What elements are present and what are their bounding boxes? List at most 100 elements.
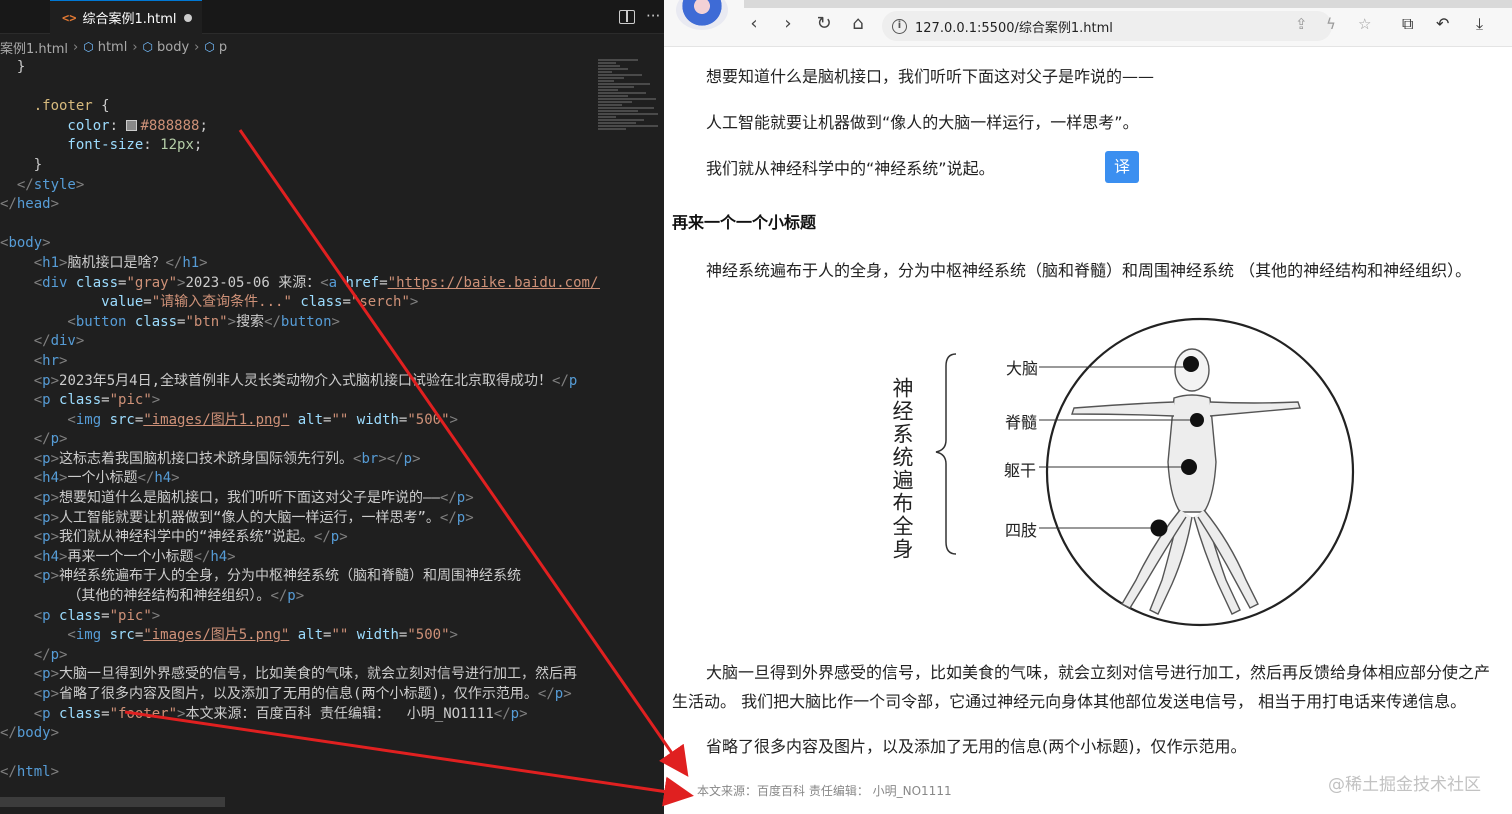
- code-token: width: [348, 411, 399, 428]
- code-token: br: [361, 450, 379, 467]
- code-token: style: [33, 176, 76, 193]
- code-line[interactable]: </head>: [0, 195, 600, 215]
- code-line[interactable]: </html>: [0, 763, 600, 783]
- code-token: class: [59, 705, 102, 722]
- horizontal-scrollbar[interactable]: [0, 797, 225, 807]
- breadcrumb-html[interactable]: html: [98, 40, 128, 55]
- code-line[interactable]: </body>: [0, 724, 600, 744]
- code-line[interactable]: <p>神经系统遍布于人的全身，分为中枢神经系统（脑和脊髓）和周围神经系统: [0, 567, 600, 587]
- code-token: body: [8, 235, 43, 252]
- brace-shape: [935, 353, 957, 555]
- code-line[interactable]: <h4>再来一个一个小标题</h4>: [0, 548, 600, 568]
- code-line[interactable]: <h1>脑机接口是啥？</h1>: [0, 254, 600, 274]
- code-token: </: [0, 431, 51, 448]
- code-token: <: [0, 627, 76, 644]
- code-token: </: [439, 509, 457, 526]
- code-token: >: [151, 392, 161, 409]
- code-line[interactable]: </style>: [0, 176, 600, 196]
- forward-icon[interactable]: ›: [778, 14, 798, 34]
- code-line[interactable]: （其他的神经结构和神经组织）。</p>: [0, 587, 600, 607]
- code-token: p: [568, 372, 578, 389]
- download-icon[interactable]: ⤓: [1476, 14, 1483, 34]
- code-token: 一个小标题: [67, 470, 138, 487]
- code-token: 我们就从神经科学中的“神经系统”说起。: [59, 529, 314, 546]
- code-token: </: [264, 313, 281, 330]
- code-token: </: [313, 529, 331, 546]
- code-line[interactable]: <p class="pic">: [0, 391, 600, 411]
- code-line[interactable]: <p class="pic">: [0, 607, 600, 627]
- code-line[interactable]: }: [0, 58, 600, 78]
- code-token: >: [50, 568, 60, 585]
- code-token: p: [554, 686, 564, 702]
- code-line[interactable]: <p>2023年5月4日,全球首例非人灵长类动物介入式脑机接口试验在北京取得成功…: [0, 372, 600, 392]
- code-token: src: [109, 411, 135, 428]
- code-line[interactable]: [0, 744, 600, 764]
- back-icon[interactable]: ‹: [744, 14, 764, 34]
- code-token: "btn": [185, 313, 228, 330]
- code-line[interactable]: <p class="footer">本文来源：百度百科 责任编辑： 小明_NO1…: [0, 705, 600, 725]
- favorite-star-icon[interactable]: ☆: [1358, 15, 1371, 33]
- code-line[interactable]: <img src="images/图片5.png" alt="" width="…: [0, 626, 600, 646]
- code-line[interactable]: </p>: [0, 430, 600, 450]
- code-line[interactable]: value="请输入查询条件..." class="serch">: [0, 293, 600, 313]
- code-token: <: [0, 254, 43, 271]
- code-line[interactable]: [0, 78, 600, 98]
- breadcrumb-file[interactable]: 案例1.html: [0, 38, 68, 57]
- split-editor-icon[interactable]: [619, 10, 635, 24]
- breadcrumb-body[interactable]: body: [157, 40, 189, 55]
- undo-icon[interactable]: ↶: [1436, 14, 1449, 33]
- code-line[interactable]: <p>想要知道什么是脑机接口，我们听听下面这对父子是咋说的——</p>: [0, 489, 600, 509]
- code-line[interactable]: <button class="btn">搜索</button>: [0, 313, 600, 333]
- code-line[interactable]: <body>: [0, 234, 600, 254]
- home-icon[interactable]: ⌂: [848, 14, 868, 34]
- code-line[interactable]: [0, 215, 600, 235]
- address-bar[interactable]: i 127.0.0.1:5500/综合案例1.html: [882, 11, 1332, 41]
- code-token: <: [0, 529, 43, 546]
- code-editor[interactable]: <> 综合案例1.html ··· 案例1.html › ⬡ html › ⬡ …: [0, 0, 664, 814]
- code-line[interactable]: .footer {: [0, 97, 600, 117]
- code-line[interactable]: <p>我们就从神经科学中的“神经系统”说起。</p>: [0, 528, 600, 548]
- code-line[interactable]: }: [0, 156, 600, 176]
- breadcrumb-p[interactable]: p: [219, 40, 227, 55]
- code-token: >: [449, 411, 458, 428]
- site-info-icon[interactable]: i: [892, 18, 907, 34]
- url-text[interactable]: 127.0.0.1:5500/综合案例1.html: [915, 17, 1113, 36]
- code-token: =: [101, 607, 110, 624]
- color-swatch-icon[interactable]: [126, 119, 138, 131]
- code-token: p: [42, 372, 51, 389]
- profile-avatar[interactable]: [676, 0, 728, 30]
- lightning-icon[interactable]: ϟ: [1326, 15, 1336, 33]
- code-line[interactable]: color: #888888;: [0, 117, 600, 137]
- unsaved-dot-icon[interactable]: [184, 13, 192, 22]
- code-token: "https://baike.baidu.com/": [387, 274, 600, 291]
- minimap[interactable]: [598, 58, 662, 198]
- code-line[interactable]: </p>: [0, 646, 600, 666]
- code-token: div: [42, 274, 76, 291]
- code-line[interactable]: <hr>: [0, 352, 600, 372]
- code-token: >: [50, 686, 60, 702]
- code-line[interactable]: <h4>一个小标题</h4>: [0, 469, 600, 489]
- code-area[interactable]: } .footer { color: #888888; font-size: 1…: [0, 58, 600, 783]
- code-line[interactable]: <img src="images/图片1.png" alt="" width="…: [0, 411, 600, 431]
- code-line[interactable]: </div>: [0, 332, 600, 352]
- tab-strip[interactable]: [744, 0, 1512, 8]
- code-line[interactable]: <p>省略了很多内容及图片，以及添加了无用的信息(两个小标题)，仅作示范用。</…: [0, 685, 600, 705]
- code-token: p: [510, 705, 520, 722]
- code-token: >: [50, 725, 60, 742]
- share-icon[interactable]: ⇪: [1295, 15, 1308, 33]
- code-line[interactable]: font-size: 12px;: [0, 136, 600, 156]
- reload-icon[interactable]: ↻: [814, 14, 834, 34]
- code-token: h1: [182, 254, 200, 271]
- code-line[interactable]: <div class="gray">2023-05-06 来源：<a href=…: [0, 274, 600, 294]
- extensions-icon[interactable]: ⧉: [1402, 14, 1413, 34]
- code-token: 本文来源：百度百科 责任编辑： 小明_NO1111: [185, 705, 494, 722]
- code-line[interactable]: <p>人工智能就要让机器做到“像人的大脑一样运行，一样思考”。</p>: [0, 509, 600, 529]
- more-actions-icon[interactable]: ···: [646, 7, 660, 25]
- code-token: img: [75, 411, 110, 428]
- code-token: 人工智能就要让机器做到“像人的大脑一样运行，一样思考”。: [59, 509, 440, 526]
- translate-button[interactable]: 译: [1105, 151, 1139, 183]
- editor-tab-active[interactable]: <> 综合案例1.html: [50, 0, 202, 34]
- code-line[interactable]: <p>这标志着我国脑机接口技术跻身国际领先行列。<br></p>: [0, 450, 600, 470]
- code-token: class: [75, 274, 119, 291]
- code-line[interactable]: <p>大脑一旦得到外界感受的信号，比如美食的气味，就会立刻对信号进行加工，然后再: [0, 665, 600, 685]
